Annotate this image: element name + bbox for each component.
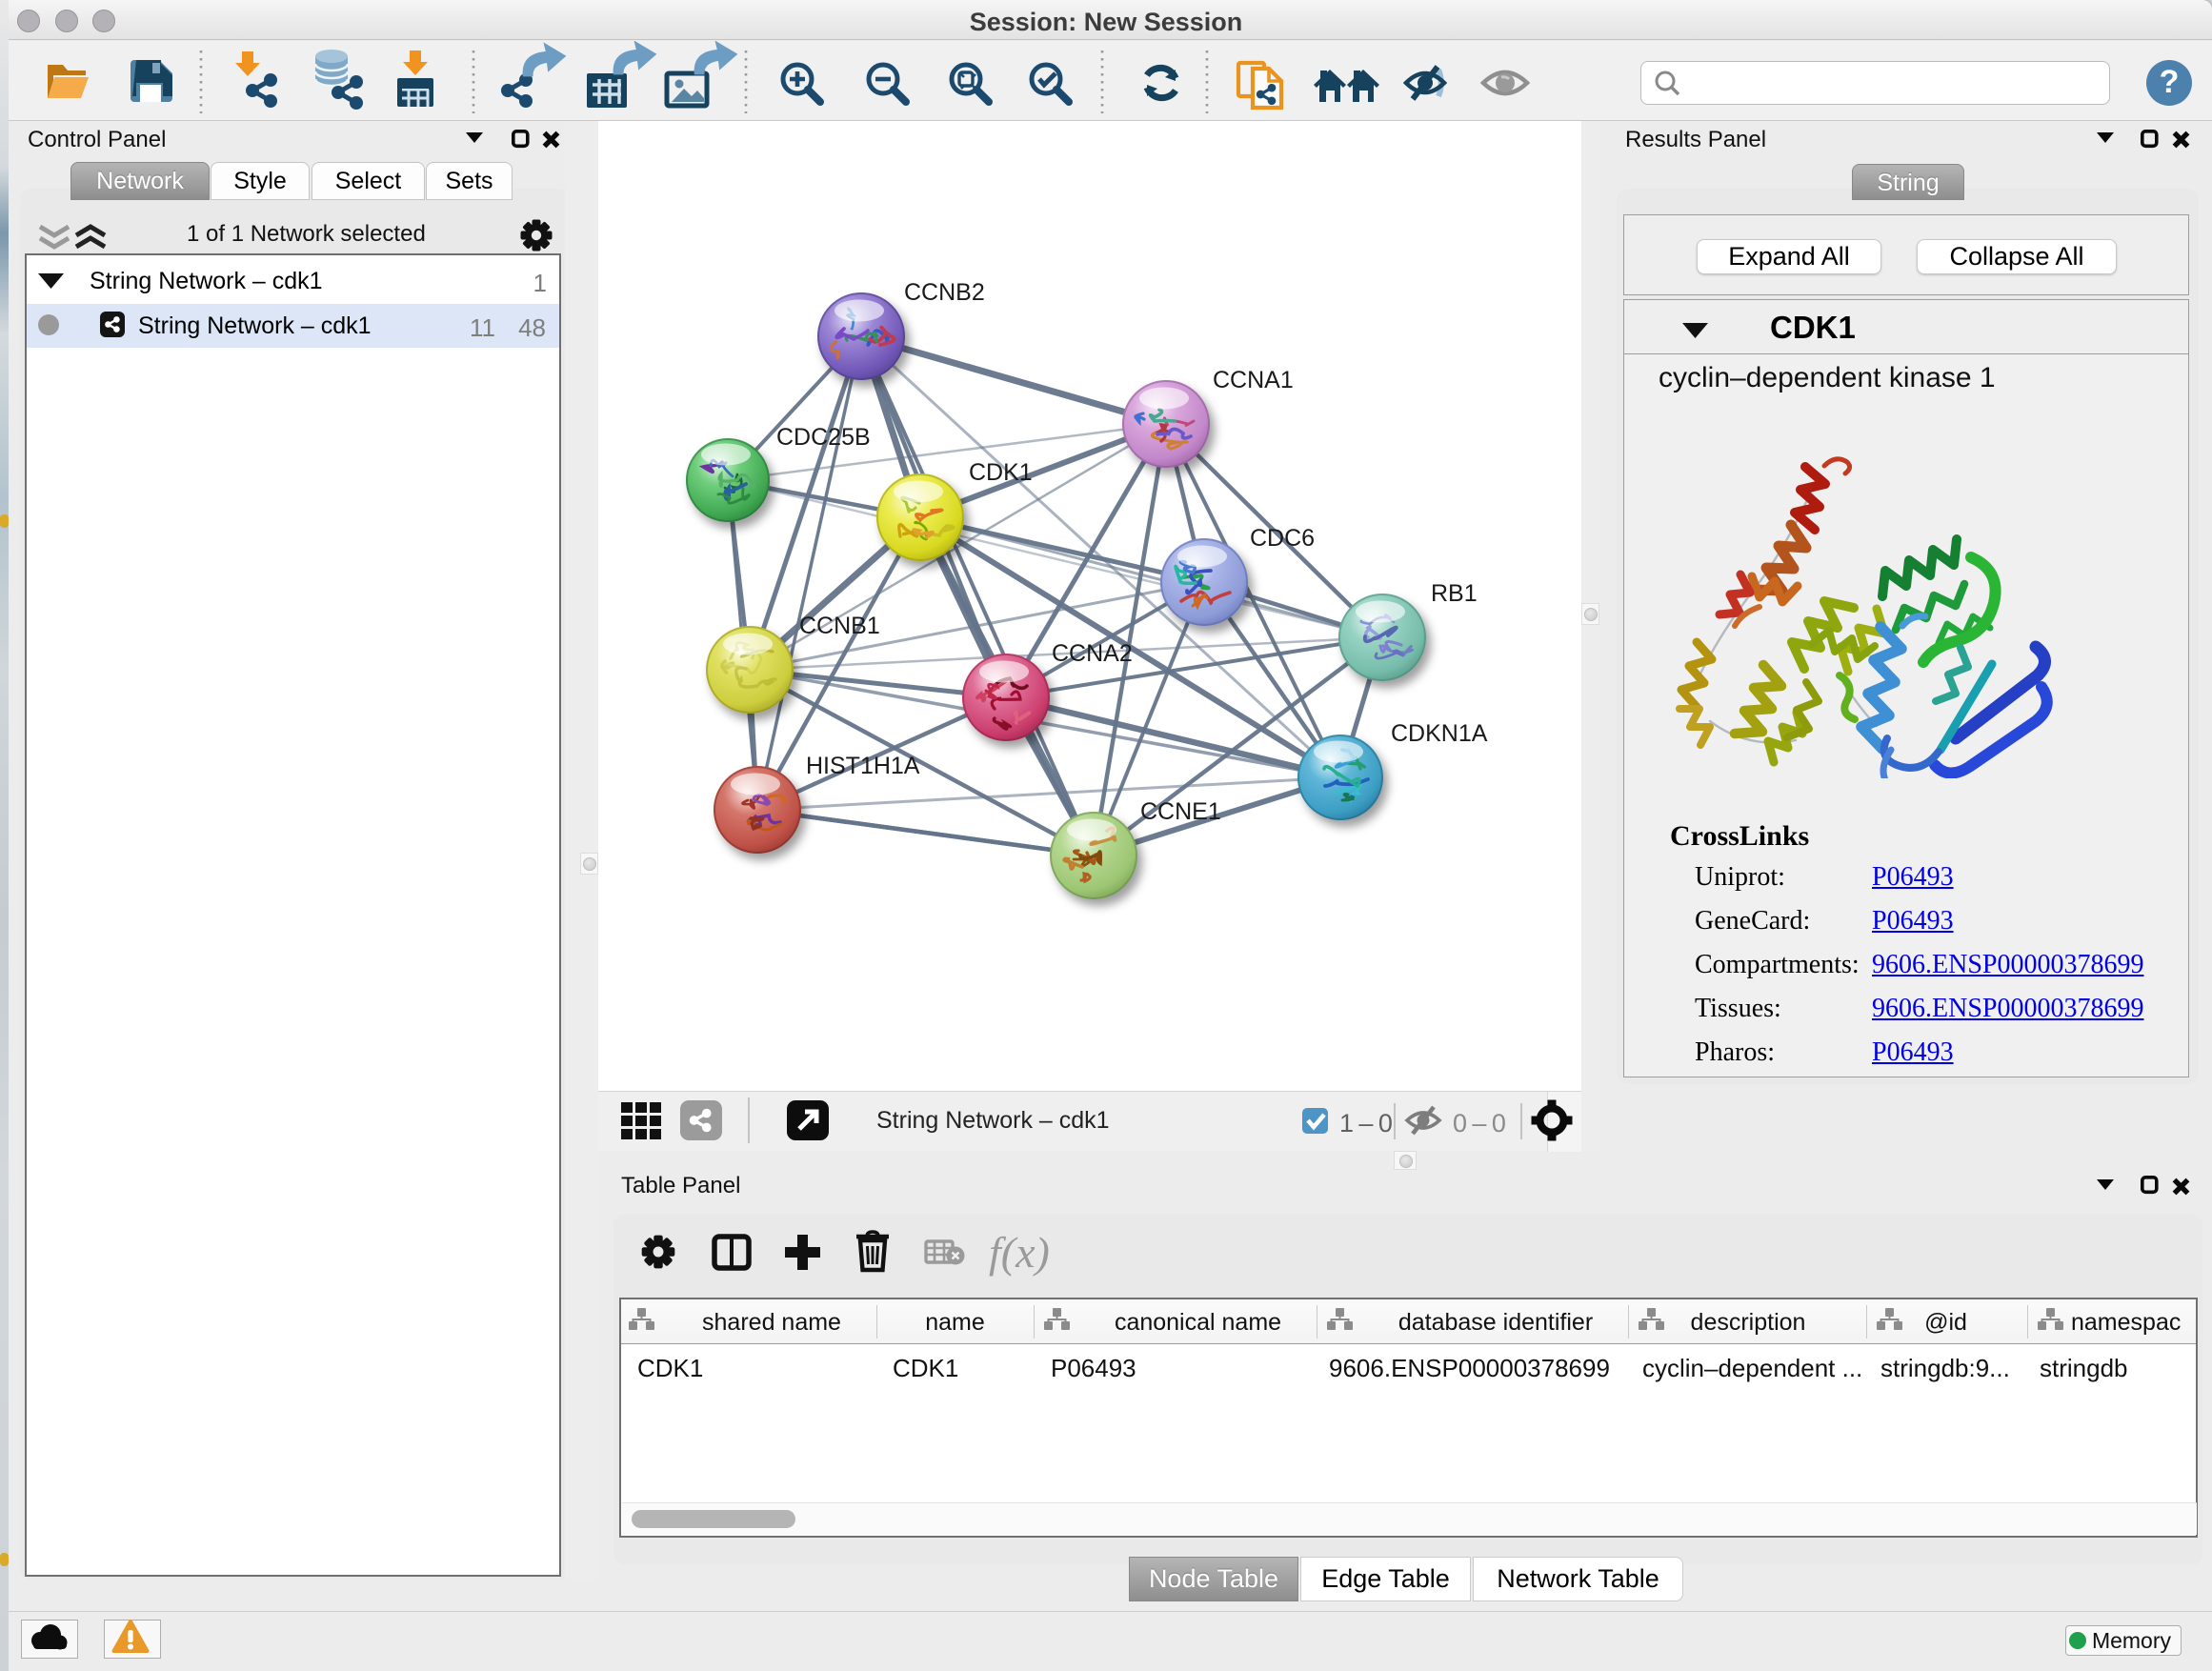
svg-text:RB1: RB1 [1431,580,1478,607]
svg-text:CCNE1: CCNE1 [1140,798,1221,825]
svg-text:HIST1H1A: HIST1H1A [806,753,920,779]
svg-text:CCNA2: CCNA2 [1052,640,1133,667]
svg-text:CDC6: CDC6 [1250,525,1315,552]
svg-text:CCNA1: CCNA1 [1213,367,1294,393]
svg-text:CCNB2: CCNB2 [904,279,985,306]
svg-text:CDK1: CDK1 [969,459,1033,486]
svg-text:CCNB1: CCNB1 [799,613,880,639]
svg-text:CDC25B: CDC25B [776,424,871,451]
svg-text:CDKN1A: CDKN1A [1391,720,1488,747]
